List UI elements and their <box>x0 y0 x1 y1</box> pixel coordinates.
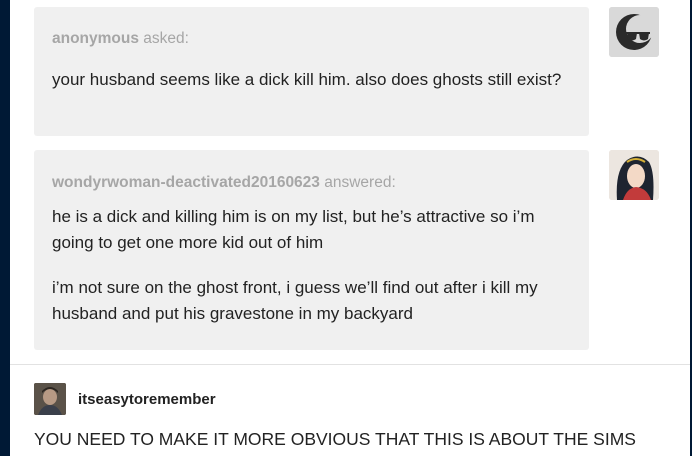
anonymous-sunglasses-icon <box>609 7 659 57</box>
divider <box>10 364 690 365</box>
anonymous-avatar[interactable] <box>609 7 659 57</box>
reblog-comment: YOU NEED TO MAKE IT MORE OBVIOUS THAT TH… <box>34 429 636 449</box>
ask-question: your husband seems like a dick kill him.… <box>52 70 562 89</box>
answerer-avatar[interactable] <box>609 150 659 200</box>
reblogger-name[interactable]: itseasytoremember <box>78 391 216 408</box>
asker-name[interactable]: anonymous <box>52 30 139 47</box>
answer-bubble: wondyrwoman-deactivated20160623 answered… <box>34 150 589 350</box>
answerer-avatar-image <box>609 150 659 200</box>
ask-meta: anonymous asked: <box>52 30 189 48</box>
answerer-name[interactable]: wondyrwoman-deactivated20160623 <box>52 174 320 191</box>
ask-bubble: anonymous asked: your husband seems like… <box>34 7 589 136</box>
answer-meta: wondyrwoman-deactivated20160623 answered… <box>52 174 396 192</box>
post-card: anonymous asked: your husband seems like… <box>10 0 690 456</box>
answered-label: answered: <box>324 174 396 191</box>
answer-paragraph: he is a dick and killing him is on my li… <box>52 207 535 252</box>
asked-label: asked: <box>143 30 189 47</box>
reblogger-avatar[interactable] <box>34 383 66 415</box>
answer-paragraph: i’m not sure on the ghost front, i guess… <box>52 278 538 323</box>
reblogger-avatar-image <box>34 383 66 415</box>
